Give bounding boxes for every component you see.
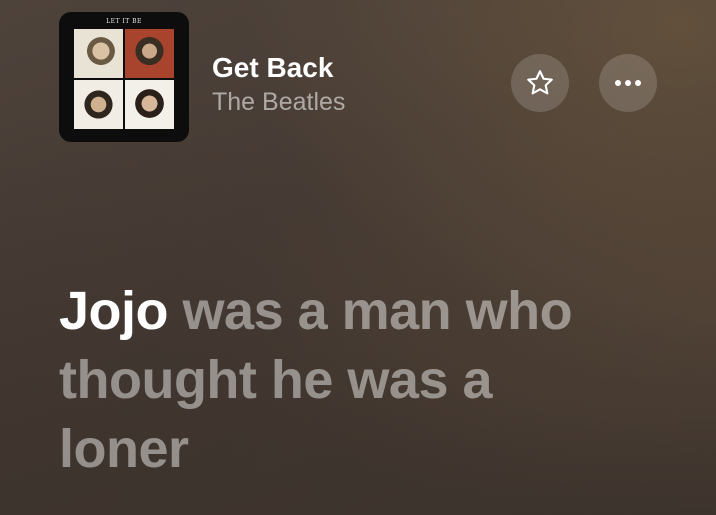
lyric-upcoming-text: was a man who [182,281,573,341]
lyric-line-current-end[interactable]: loner [59,415,679,484]
album-artwork-photos [74,29,174,129]
lyric-line-current[interactable]: Jojo was a man who [59,277,679,346]
artwork-photo [74,29,123,78]
lyric-line-current-continued[interactable]: thought he was a [59,346,679,415]
more-options-icon [615,80,641,86]
artwork-photo [125,80,174,129]
artwork-photo [74,80,123,129]
track-title[interactable]: Get Back [212,52,333,84]
lyric-active-word: Jojo [59,281,169,341]
album-artwork-caption: LET IT BE [106,18,142,25]
album-artwork[interactable]: LET IT BE [59,12,189,142]
now-playing-header: LET IT BE Get Back The Beatles [0,0,716,160]
more-options-button[interactable] [599,54,657,112]
favorite-button[interactable] [511,54,569,112]
artwork-photo [125,29,174,78]
star-icon [527,70,553,95]
track-artist[interactable]: The Beatles [212,88,345,117]
lyrics-panel: Jojo was a man who thought he was a lone… [59,277,679,484]
